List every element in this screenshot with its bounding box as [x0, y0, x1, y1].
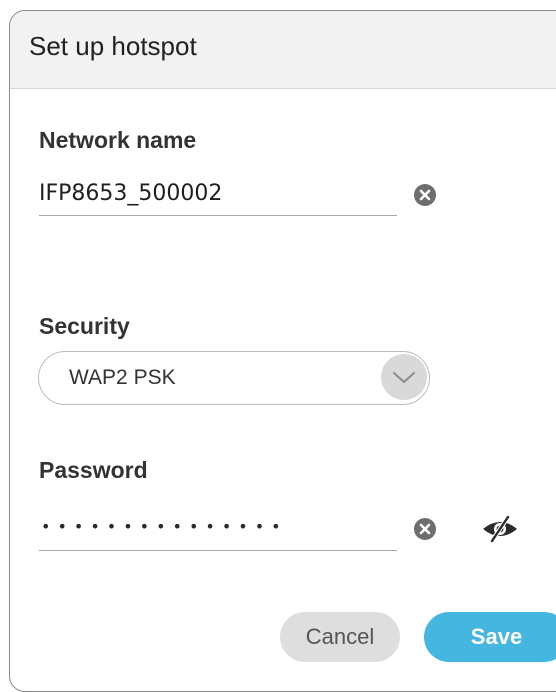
chevron-down-icon[interactable] [381, 354, 427, 400]
password-label: Password [39, 457, 148, 483]
password-field[interactable]: ••••••••••••••• [39, 512, 397, 551]
dialog-header: Set up hotspot [10, 11, 556, 89]
cancel-button[interactable]: Cancel [280, 612, 400, 662]
dialog-title: Set up hotspot [29, 31, 197, 61]
clear-network-name-icon[interactable] [414, 184, 436, 206]
network-name-field[interactable]: IFP8653_500002 [39, 177, 397, 216]
security-select[interactable]: WAP2 PSK [38, 351, 430, 405]
save-button[interactable]: Save [424, 612, 556, 662]
security-label: Security [39, 313, 130, 339]
security-selected-value: WAP2 PSK [69, 366, 176, 389]
hotspot-dialog: Set up hotspot Network name IFP8653_5000… [9, 10, 556, 692]
clear-password-icon[interactable] [414, 518, 436, 540]
network-name-label: Network name [39, 127, 197, 153]
password-masked-value: ••••••••••••••• [41, 517, 288, 536]
eye-slash-icon[interactable] [481, 514, 519, 544]
network-name-value: IFP8653_500002 [39, 181, 223, 206]
